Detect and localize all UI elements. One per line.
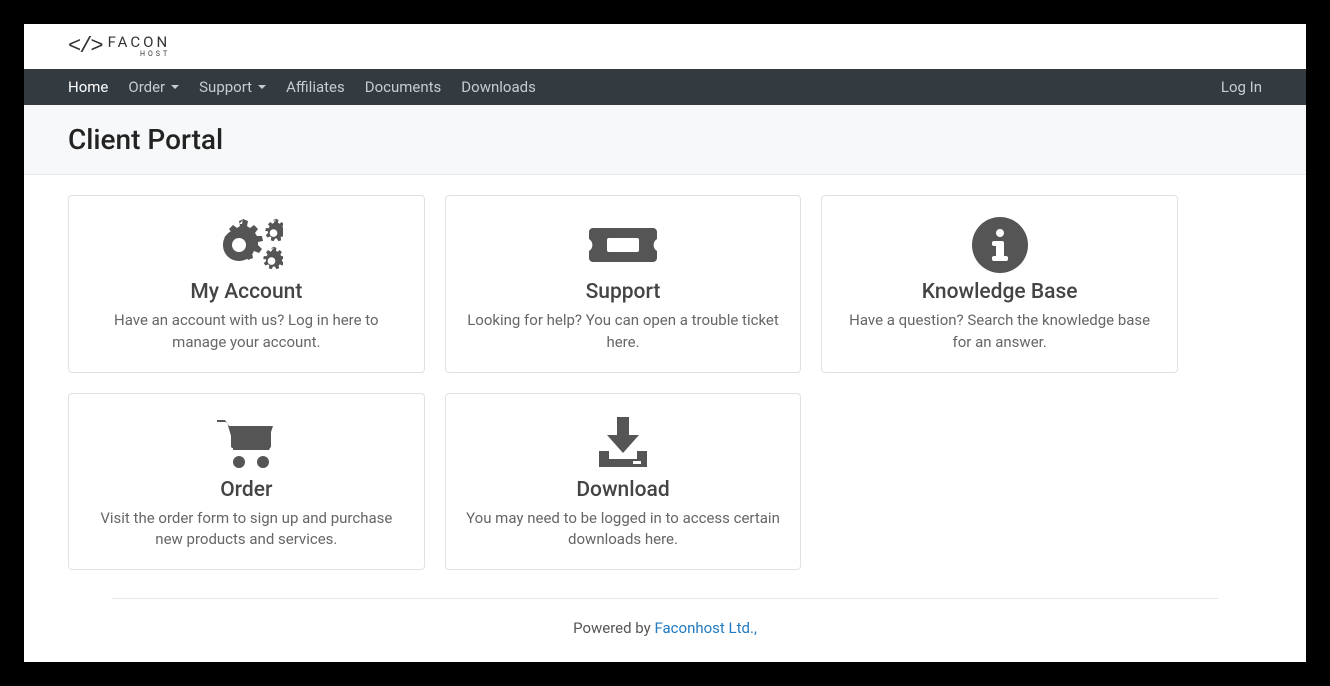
cart-icon xyxy=(213,414,279,472)
cart-icon xyxy=(89,410,404,476)
nav-item-label: Order xyxy=(128,78,165,96)
download-icon xyxy=(593,415,653,471)
nav-item-documents[interactable]: Documents xyxy=(365,78,442,96)
card-knowledge-base[interactable]: Knowledge Base Have a question? Search th… xyxy=(821,195,1178,373)
card-description: Have an account with us? Log in here to … xyxy=(89,310,404,354)
card-my-account[interactable]: My Account Have an account with us? Log i… xyxy=(68,195,425,373)
login-link[interactable]: Log In xyxy=(1221,78,1262,96)
ticket-icon xyxy=(466,212,781,278)
card-description: Have a question? Search the knowledge ba… xyxy=(842,310,1157,354)
page-title: Client Portal xyxy=(68,123,1262,156)
card-title: Order xyxy=(89,478,404,502)
page-title-bar: Client Portal xyxy=(24,105,1306,175)
chevron-down-icon xyxy=(258,85,266,89)
footer-link[interactable]: Faconhost Ltd., xyxy=(654,619,756,637)
chevron-down-icon xyxy=(171,85,179,89)
nav-item-label: Support xyxy=(199,78,252,96)
nav-item-affiliates[interactable]: Affiliates xyxy=(286,78,345,96)
card-title: My Account xyxy=(89,280,404,304)
brand-logo[interactable]: </> FACON HOST xyxy=(68,34,170,59)
card-description: Looking for help? You can open a trouble… xyxy=(466,310,781,354)
brand-sub: HOST xyxy=(108,51,171,58)
card-download[interactable]: Download You may need to be logged in to … xyxy=(445,393,802,571)
nav-item-label: Documents xyxy=(365,78,442,96)
card-title: Download xyxy=(466,478,781,502)
card-description: You may need to be logged in to access c… xyxy=(466,508,781,552)
header: </> FACON HOST xyxy=(24,24,1306,69)
brand-name: FACON xyxy=(108,35,171,50)
nav-item-order[interactable]: Order xyxy=(128,78,179,96)
info-icon xyxy=(842,212,1157,278)
download-icon xyxy=(466,410,781,476)
content: My Account Have an account with us? Log i… xyxy=(24,175,1306,662)
gears-icon xyxy=(89,212,404,278)
nav-item-label: Downloads xyxy=(461,78,536,96)
gears-icon xyxy=(209,214,283,276)
main-nav: Home Order Support Affiliates Documents Downl… xyxy=(24,69,1306,105)
nav-item-label: Home xyxy=(68,78,108,96)
nav-item-home[interactable]: Home xyxy=(68,78,108,96)
footer-prefix: Powered by xyxy=(573,619,654,637)
footer: Powered by Faconhost Ltd., xyxy=(112,598,1218,657)
card-order[interactable]: Order Visit the order form to sign up and… xyxy=(68,393,425,571)
card-description: Visit the order form to sign up and purc… xyxy=(89,508,404,552)
card-title: Knowledge Base xyxy=(842,280,1157,304)
nav-item-label: Affiliates xyxy=(286,78,345,96)
card-support[interactable]: Support Looking for help? You can open a … xyxy=(445,195,802,373)
nav-item-downloads[interactable]: Downloads xyxy=(461,78,536,96)
card-title: Support xyxy=(466,280,781,304)
code-bracket-icon: </> xyxy=(68,34,102,59)
nav-item-support[interactable]: Support xyxy=(199,78,266,96)
ticket-icon xyxy=(589,220,657,270)
info-icon xyxy=(970,215,1030,275)
